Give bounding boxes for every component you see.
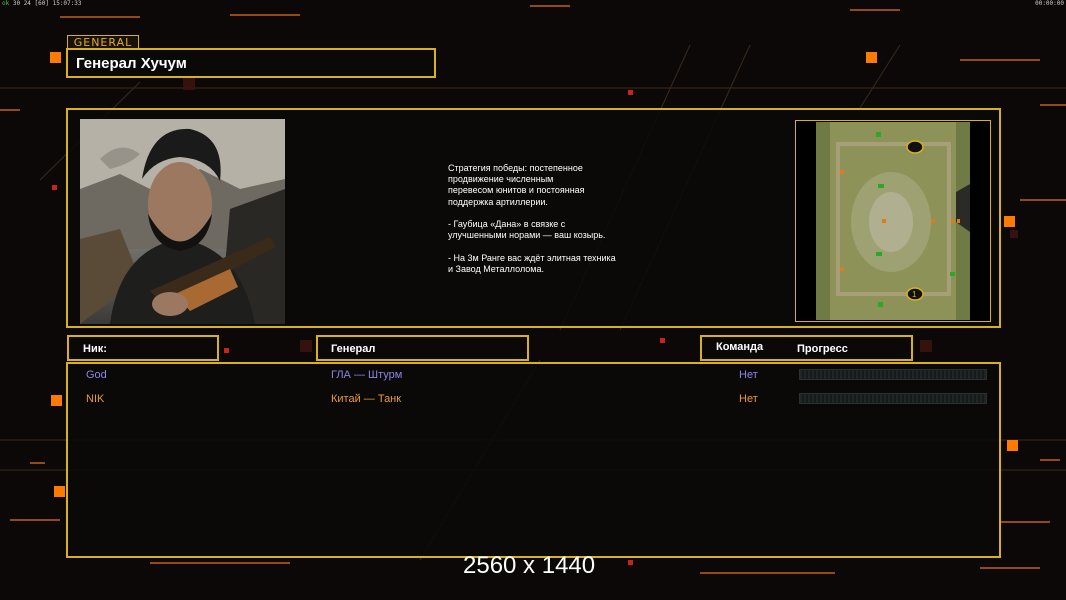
header-progress-label: Прогресс (797, 343, 848, 355)
player-name: NIK (86, 393, 105, 405)
header-nick-label: Ник: (83, 343, 107, 355)
general-description: Стратегия победы: постепенное продвижени… (448, 163, 616, 274)
header-nick: Ник: (67, 335, 219, 361)
hud-clock: 00:00:00 (1035, 0, 1064, 7)
resolution-label: 2560 x 1440 (463, 552, 596, 579)
hud-status-ok: ok (2, 0, 10, 7)
player-row: God ГЛА — Штурм Нет (68, 366, 999, 386)
player-progress-bar (799, 369, 987, 380)
player-team: Нет (739, 393, 758, 405)
hud-status: ok 30 24 [60] 15:07:33 (2, 0, 82, 7)
general-portrait (80, 119, 285, 324)
player-team: Нет (739, 369, 758, 381)
header-team-progress: Команда Прогресс (700, 335, 913, 361)
player-progress-bar (799, 393, 987, 404)
minimap-image: 1 (816, 122, 970, 320)
general-title-box: Генерал Хучум (66, 48, 436, 78)
general-title: Генерал Хучум (76, 55, 187, 72)
header-general-label: Генерал (331, 343, 376, 355)
player-general: ГЛА — Штурм (331, 369, 403, 381)
general-portrait-image (80, 119, 285, 324)
player-name: God (86, 369, 107, 381)
header-general: Генерал (316, 335, 529, 361)
players-list: God ГЛА — Штурм Нет NIK Китай — Танк Нет (66, 362, 1001, 558)
header-team-label: Команда (716, 341, 764, 353)
player-general: Китай — Танк (331, 393, 402, 405)
minimap-start-label: 1 (912, 290, 917, 299)
hud-status-values: 30 24 [60] 15:07:33 (12, 0, 82, 7)
minimap[interactable]: 1 (816, 122, 970, 320)
general-info-panel: Стратегия победы: постепенное продвижени… (66, 108, 1001, 328)
player-row: NIK Китай — Танк Нет (68, 390, 999, 410)
minimap-frame: 1 (795, 120, 991, 322)
